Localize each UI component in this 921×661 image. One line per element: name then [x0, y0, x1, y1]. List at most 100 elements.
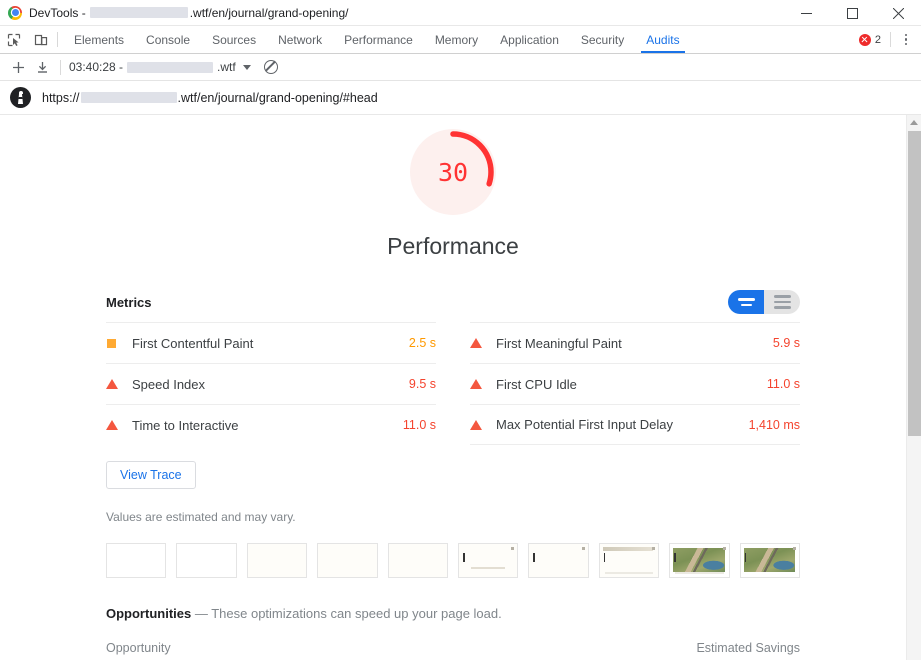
- metric-row[interactable]: First CPU Idle 11.0 s: [470, 363, 800, 404]
- report-timestamp: 03:40:28 -: [69, 60, 123, 74]
- tab-network[interactable]: Network: [267, 26, 333, 53]
- metric-row[interactable]: Max Potential First Input Delay 1,410 ms: [470, 404, 800, 445]
- filmstrip-frame[interactable]: [528, 543, 588, 578]
- window-title-prefix: DevTools -: [29, 6, 86, 20]
- metric-label: Speed Index: [132, 377, 409, 392]
- tab-elements[interactable]: Elements: [63, 26, 135, 53]
- url-suffix: .wtf/en/journal/grand-opening/#head: [178, 91, 378, 105]
- error-count-label: 2: [875, 34, 881, 46]
- chevron-down-icon: [243, 65, 251, 70]
- audit-report: 30 Performance Metrics First: [0, 115, 906, 660]
- tabstrip-right-controls: 2: [859, 26, 921, 53]
- filmstrip-frame[interactable]: [176, 543, 236, 578]
- tab-application[interactable]: Application: [489, 26, 570, 53]
- metric-value: 2.5 s: [409, 336, 436, 350]
- col-estimated-savings: Estimated Savings: [696, 641, 800, 655]
- col-opportunity: Opportunity: [106, 641, 171, 655]
- filmstrip-frame[interactable]: [317, 543, 377, 578]
- tab-label: Sources: [212, 33, 256, 47]
- metric-label: Max Potential First Input Delay: [496, 417, 749, 432]
- clear-all-icon[interactable]: [264, 60, 278, 74]
- toolbar-divider: [57, 32, 58, 47]
- url-prefix: https://: [42, 91, 80, 105]
- metric-label: First Meaningful Paint: [496, 336, 773, 351]
- minimize-button[interactable]: [783, 0, 829, 26]
- audit-toolbar-divider: [60, 60, 61, 75]
- audited-url[interactable]: https:// .wtf/en/journal/grand-opening/#…: [42, 91, 378, 105]
- tab-sources[interactable]: Sources: [201, 26, 267, 53]
- report-scrollbar[interactable]: [906, 115, 921, 660]
- download-icon[interactable]: [30, 56, 54, 78]
- window-controls: [783, 0, 921, 26]
- metric-row[interactable]: First Meaningful Paint 5.9 s: [470, 322, 800, 363]
- scrollbar-thumb[interactable]: [908, 131, 921, 436]
- performance-score-gauge: 30: [410, 129, 496, 215]
- toggle-list-view[interactable]: [764, 290, 800, 314]
- metric-value: 1,410 ms: [749, 418, 800, 432]
- plus-icon[interactable]: [6, 56, 30, 78]
- filmstrip-frame[interactable]: [388, 543, 448, 578]
- filmstrip-frame[interactable]: [740, 543, 800, 578]
- score-gauge-block: 30 Performance: [0, 115, 906, 260]
- tab-audits[interactable]: Audits: [635, 26, 690, 53]
- metrics-view-toggle[interactable]: [728, 290, 800, 314]
- panel-tabs: Elements Console Sources Network Perform…: [63, 26, 691, 53]
- tab-label: Application: [500, 33, 559, 47]
- tab-performance[interactable]: Performance: [333, 26, 424, 53]
- report-selector[interactable]: 03:40:28 - .wtf: [69, 60, 251, 74]
- tab-label: Network: [278, 33, 322, 47]
- score-value: 30: [410, 129, 496, 215]
- metric-label: First Contentful Paint: [132, 336, 409, 351]
- filmstrip-frame[interactable]: [599, 543, 659, 578]
- filmstrip-frame[interactable]: [247, 543, 307, 578]
- filmstrip: [106, 543, 800, 578]
- error-icon: [859, 34, 871, 46]
- opportunities-dash: —: [191, 606, 211, 621]
- tab-security[interactable]: Security: [570, 26, 635, 53]
- tab-memory[interactable]: Memory: [424, 26, 489, 53]
- more-options-icon[interactable]: [897, 30, 915, 50]
- tab-label: Memory: [435, 33, 478, 47]
- redacted-report-domain: [127, 62, 213, 73]
- maximize-button[interactable]: [829, 0, 875, 26]
- metric-label: First CPU Idle: [496, 377, 767, 392]
- chrome-logo-icon: [8, 6, 22, 20]
- audit-report-container: 30 Performance Metrics First: [0, 115, 921, 660]
- inspect-element-icon[interactable]: [0, 26, 27, 53]
- metric-row[interactable]: Time to Interactive 11.0 s: [106, 404, 436, 445]
- device-toolbar-icon[interactable]: [27, 26, 54, 53]
- window-title-suffix: .wtf/en/journal/grand-opening/: [190, 6, 349, 20]
- score-category-label: Performance: [387, 233, 519, 260]
- tab-label: Security: [581, 33, 624, 47]
- filmstrip-frame[interactable]: [669, 543, 729, 578]
- filmstrip-frame[interactable]: [458, 543, 518, 578]
- status-fail-icon: [470, 420, 496, 430]
- tab-console[interactable]: Console: [135, 26, 201, 53]
- error-count-badge[interactable]: 2: [859, 34, 881, 46]
- metric-value: 9.5 s: [409, 377, 436, 391]
- metric-value: 11.0 s: [403, 418, 436, 432]
- opportunities-table-header: Opportunity Estimated Savings: [106, 641, 800, 660]
- opportunities-title: Opportunities: [106, 606, 191, 621]
- metric-value: 11.0 s: [767, 377, 800, 391]
- window-titlebar: DevTools - .wtf/en/journal/grand-opening…: [0, 0, 921, 26]
- audited-url-bar: https:// .wtf/en/journal/grand-opening/#…: [0, 81, 921, 115]
- redacted-domain: [90, 7, 188, 18]
- toggle-expanded-view[interactable]: [728, 290, 764, 314]
- status-fail-icon: [470, 379, 496, 389]
- metric-row[interactable]: Speed Index 9.5 s: [106, 363, 436, 404]
- report-domain-suffix: .wtf: [217, 60, 236, 74]
- tab-label: Performance: [344, 33, 413, 47]
- report-sections: Metrics First Contentful Paint 2.5 s: [0, 290, 906, 660]
- close-button[interactable]: [875, 0, 921, 26]
- right-divider: [890, 32, 891, 47]
- scroll-up-arrow-icon[interactable]: [907, 115, 921, 129]
- redacted-url-host: [81, 92, 177, 103]
- tab-label: Audits: [646, 33, 679, 47]
- metric-row[interactable]: First Contentful Paint 2.5 s: [106, 322, 436, 363]
- view-trace-button[interactable]: View Trace: [106, 461, 196, 489]
- status-average-icon: [106, 339, 132, 348]
- metrics-heading: Metrics: [106, 295, 152, 310]
- filmstrip-frame[interactable]: [106, 543, 166, 578]
- opportunities-description: These optimizations can speed up your pa…: [211, 606, 502, 621]
